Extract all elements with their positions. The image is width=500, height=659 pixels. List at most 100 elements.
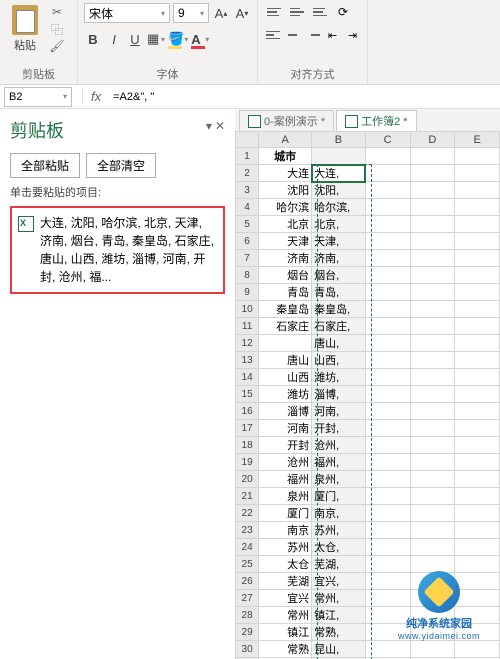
col-header-D[interactable]: D <box>410 132 455 148</box>
row-header-30[interactable]: 30 <box>236 641 259 658</box>
row-header-7[interactable]: 7 <box>236 250 259 267</box>
tab-demo[interactable]: 0-案例演示 * <box>239 110 334 131</box>
row-header-2[interactable]: 2 <box>236 165 259 182</box>
table-row[interactable]: 15潍坊淄博, <box>236 386 500 403</box>
watermark-logo-icon <box>418 571 460 613</box>
table-row[interactable]: 6天津天津, <box>236 233 500 250</box>
row-header-17[interactable]: 17 <box>236 420 259 437</box>
name-box[interactable]: B2▾ <box>4 87 72 107</box>
row-header-18[interactable]: 18 <box>236 437 259 454</box>
col-header-B[interactable]: B <box>312 132 366 148</box>
row-header-15[interactable]: 15 <box>236 386 259 403</box>
align-bottom-button[interactable] <box>310 2 330 22</box>
italic-button[interactable]: I <box>105 29 123 49</box>
table-row[interactable]: 5北京北京, <box>236 216 500 233</box>
grow-font-button[interactable]: A▴ <box>212 3 230 23</box>
table-row[interactable]: 17河南开封, <box>236 420 500 437</box>
underline-button[interactable]: U <box>126 29 144 49</box>
pane-title: 剪贴板 <box>10 117 225 143</box>
cut-button[interactable]: ✂ <box>48 4 66 20</box>
format-painter-button[interactable]: 🖌 <box>48 38 66 54</box>
row-header-3[interactable]: 3 <box>236 182 259 199</box>
bold-button[interactable]: B <box>84 29 102 49</box>
tab-workbook2[interactable]: 工作簿2 * <box>336 110 416 131</box>
font-size-select[interactable]: 9▾ <box>173 3 209 23</box>
table-row[interactable]: 11石家庄石家庄, <box>236 318 500 335</box>
align-middle-button[interactable] <box>287 2 307 22</box>
table-row[interactable]: 24苏州太仓, <box>236 539 500 556</box>
row-header-14[interactable]: 14 <box>236 369 259 386</box>
col-header-E[interactable]: E <box>455 132 500 148</box>
orientation-button[interactable]: ⟳ <box>333 2 353 22</box>
row-header-8[interactable]: 8 <box>236 267 259 284</box>
pane-close-button[interactable]: ✕ <box>215 119 225 133</box>
align-left-button[interactable] <box>264 25 281 45</box>
row-header-6[interactable]: 6 <box>236 233 259 250</box>
row-header-11[interactable]: 11 <box>236 318 259 335</box>
table-row[interactable]: 10秦皇岛秦皇岛, <box>236 301 500 318</box>
align-right-button[interactable] <box>304 25 321 45</box>
row-header-10[interactable]: 10 <box>236 301 259 318</box>
row-header-9[interactable]: 9 <box>236 284 259 301</box>
row-header-24[interactable]: 24 <box>236 539 259 556</box>
row-header-1[interactable]: 1 <box>236 148 259 165</box>
table-row[interactable]: 14山西潍坊, <box>236 369 500 386</box>
font-group-label: 字体 <box>84 66 251 84</box>
row-header-12[interactable]: 12 <box>236 335 259 352</box>
table-row[interactable]: 3沈阳沈阳, <box>236 182 500 199</box>
table-row[interactable]: 22厦门南京, <box>236 505 500 522</box>
row-header-13[interactable]: 13 <box>236 352 259 369</box>
formula-bar: B2▾ fx =A2&", " <box>0 85 500 109</box>
table-row[interactable]: 21泉州厦门, <box>236 488 500 505</box>
table-row[interactable]: 30常熟昆山, <box>236 641 500 658</box>
row-header-27[interactable]: 27 <box>236 590 259 607</box>
table-row[interactable]: 20福州泉州, <box>236 471 500 488</box>
shrink-font-button[interactable]: A▾ <box>233 3 251 23</box>
table-row[interactable]: 8烟台烟台, <box>236 267 500 284</box>
col-header-C[interactable]: C <box>365 132 410 148</box>
row-header-25[interactable]: 25 <box>236 556 259 573</box>
align-top-button[interactable] <box>264 2 284 22</box>
font-color-button[interactable]: A▾ <box>191 29 209 49</box>
formula-text[interactable]: =A2&", " <box>109 91 154 103</box>
row-header-23[interactable]: 23 <box>236 522 259 539</box>
font-name-select[interactable]: 宋体▾ <box>84 3 170 23</box>
row-header-19[interactable]: 19 <box>236 454 259 471</box>
copy-button[interactable]: ⿻ <box>48 21 66 37</box>
table-row[interactable]: 9青岛青岛, <box>236 284 500 301</box>
clear-all-button[interactable]: 全部清空 <box>86 153 156 178</box>
table-row[interactable]: 7济南济南, <box>236 250 500 267</box>
row-header-28[interactable]: 28 <box>236 607 259 624</box>
table-row[interactable]: 16淄博河南, <box>236 403 500 420</box>
row-header-16[interactable]: 16 <box>236 403 259 420</box>
ribbon: 粘贴 ✂ ⿻ 🖌 剪贴板 宋体▾ 9▾ A▴ A▾ B I U ▦▾ 🪣▾ <box>0 0 500 85</box>
borders-button[interactable]: ▦▾ <box>147 29 165 49</box>
clipboard-item[interactable]: 大连, 沈阳, 哈尔滨, 北京, 天津, 济南, 烟台, 青岛, 秦皇岛, 石家… <box>10 206 225 294</box>
table-row[interactable]: 12唐山, <box>236 335 500 352</box>
row-header-5[interactable]: 5 <box>236 216 259 233</box>
row-header-22[interactable]: 22 <box>236 505 259 522</box>
pane-options-button[interactable]: ▾ <box>206 119 212 133</box>
row-header-4[interactable]: 4 <box>236 199 259 216</box>
increase-indent-button[interactable]: ⇥ <box>344 25 361 45</box>
col-header-A[interactable]: A <box>259 132 312 148</box>
paste-button[interactable]: 粘贴 <box>6 2 44 53</box>
table-row[interactable]: 19沧州福州, <box>236 454 500 471</box>
table-row[interactable]: 25太仓芜湖, <box>236 556 500 573</box>
table-row[interactable]: 13唐山山西, <box>236 352 500 369</box>
table-row[interactable]: 23南京苏州, <box>236 522 500 539</box>
table-row[interactable]: 4哈尔滨哈尔滨, <box>236 199 500 216</box>
decrease-indent-button[interactable]: ⇤ <box>324 25 341 45</box>
paste-all-button[interactable]: 全部粘贴 <box>10 153 80 178</box>
align-center-button[interactable] <box>284 25 301 45</box>
window-tabs: 0-案例演示 * 工作簿2 * <box>235 109 500 131</box>
row-header-20[interactable]: 20 <box>236 471 259 488</box>
clipboard-icon <box>12 5 38 35</box>
table-row[interactable]: 18开封沧州, <box>236 437 500 454</box>
row-header-26[interactable]: 26 <box>236 573 259 590</box>
table-row[interactable]: 2大连大连, <box>236 165 500 182</box>
row-header-21[interactable]: 21 <box>236 488 259 505</box>
row-header-29[interactable]: 29 <box>236 624 259 641</box>
fx-icon[interactable]: fx <box>82 89 109 104</box>
fill-color-button[interactable]: 🪣▾ <box>168 29 188 49</box>
